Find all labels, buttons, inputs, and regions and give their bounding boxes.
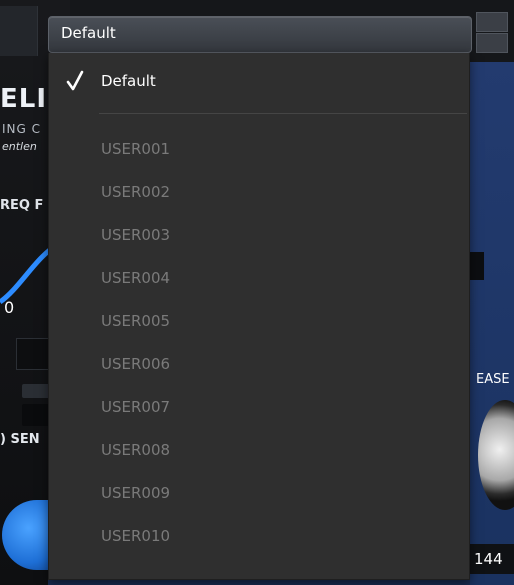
menu-item-user006: USER006 xyxy=(49,345,469,385)
release-value[interactable]: 144 xyxy=(470,544,514,574)
menu-item-user003: USER003 xyxy=(49,216,469,256)
menu-item-label: USER005 xyxy=(101,312,171,330)
menu-item-label: USER010 xyxy=(101,527,171,545)
right-panel: EASE 144 xyxy=(470,0,514,585)
preset-dropdown-menu: Default USER001 USER002 USER003 USER004 … xyxy=(48,53,470,580)
menu-item-label: USER007 xyxy=(101,398,171,416)
menu-item-user004: USER004 xyxy=(49,259,469,299)
menu-item-label: USER008 xyxy=(101,441,171,459)
menu-item-user005: USER005 xyxy=(49,302,469,342)
release-knob[interactable] xyxy=(478,400,514,510)
release-label: EASE xyxy=(476,372,510,387)
check-icon xyxy=(66,70,84,91)
menu-item-user001: USER001 xyxy=(49,130,469,170)
menu-item-default[interactable]: Default xyxy=(49,62,469,102)
menu-separator xyxy=(99,113,467,114)
preset-down-button[interactable] xyxy=(476,33,508,53)
menu-item-label: USER002 xyxy=(101,183,171,201)
menu-item-label: USER001 xyxy=(101,140,171,158)
freq-label: REQ F xyxy=(0,198,44,213)
menu-item-user010: USER010 xyxy=(49,517,469,557)
brand-tagline: entlen xyxy=(2,140,37,153)
brand-subtitle: ING C xyxy=(2,122,42,136)
menu-item-label: USER003 xyxy=(101,226,171,244)
menu-item-label: USER004 xyxy=(101,269,171,287)
brand-logo-text: ELI xyxy=(0,84,48,114)
right-slot xyxy=(470,252,484,280)
sens-label: ) SEN xyxy=(0,432,40,447)
menu-item-label: USER009 xyxy=(101,484,171,502)
menu-item-label: Default xyxy=(101,72,156,90)
menu-item-user008: USER008 xyxy=(49,431,469,471)
plugin-window: ELI ING C entlen REQ F 0 9. ) SEN EASE 1… xyxy=(0,0,514,585)
preset-select[interactable]: Default xyxy=(48,16,472,53)
menu-item-user009: USER009 xyxy=(49,474,469,514)
menu-item-label: USER006 xyxy=(101,355,171,373)
preset-select-value: Default xyxy=(61,24,116,42)
curve-value: 0 xyxy=(4,298,15,317)
preset-up-button[interactable] xyxy=(476,12,508,32)
top-left-button[interactable] xyxy=(0,6,38,56)
menu-item-user007: USER007 xyxy=(49,388,469,428)
menu-item-user002: USER002 xyxy=(49,173,469,213)
